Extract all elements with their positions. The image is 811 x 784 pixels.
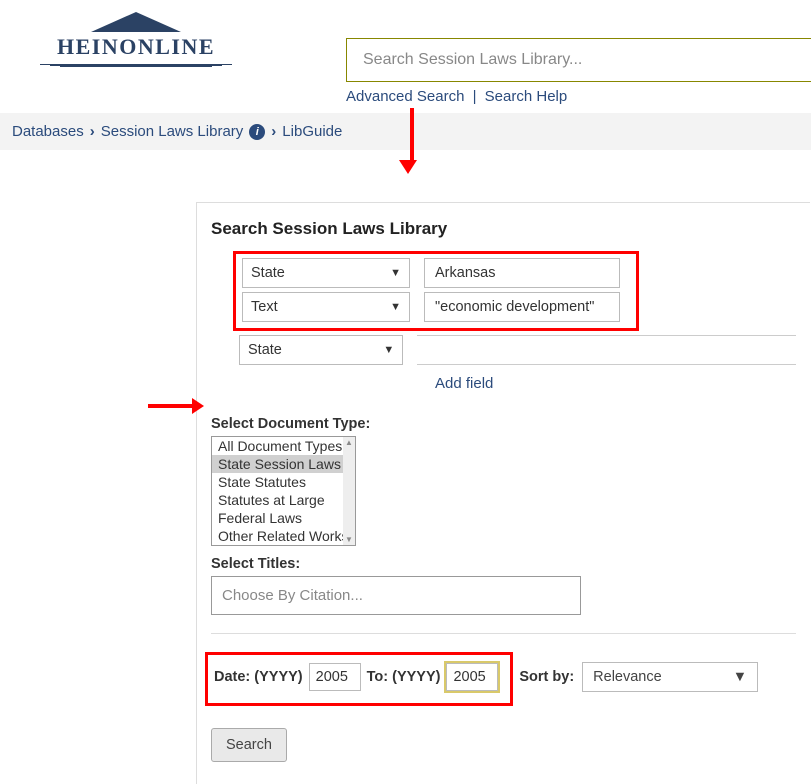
titles-citation-input[interactable]: Choose By Citation... [211,576,581,615]
advanced-search-panel: Search Session Laws Library State ▼ Arka… [196,202,810,784]
brand-logo[interactable]: HEINONLINE [36,12,236,67]
doc-type-option[interactable]: Statutes at Large [212,491,355,509]
doc-type-option[interactable]: Other Related Works [212,527,355,545]
doc-type-option[interactable]: State Session Laws [212,455,355,473]
add-field-link[interactable]: Add field [435,375,493,392]
date-from-label: Date: (YYYY) [214,669,303,685]
chevron-down-icon: ▼ [733,669,747,685]
breadcrumb-libguide[interactable]: LibGuide [282,123,342,140]
link-separator: | [473,88,477,105]
annotation-arrow-down-icon [406,108,417,174]
scrollbar[interactable]: ▲ ▼ [343,437,355,545]
field-value-input-1[interactable]: "economic development" [424,292,620,322]
field-type-select-0[interactable]: State ▼ [242,258,410,288]
sort-by-value: Relevance [593,669,662,685]
annotation-arrow-right-icon [148,398,204,414]
chevron-down-icon: ▼ [390,267,401,279]
scroll-up-icon: ▲ [345,438,353,447]
logo-underline-icon [36,64,236,67]
breadcrumb-library[interactable]: Session Laws Library [101,123,244,140]
field-value-input-2[interactable] [417,335,796,365]
chevron-down-icon: ▼ [390,301,401,313]
field-type-select-1[interactable]: Text ▼ [242,292,410,322]
document-type-listbox[interactable]: All Document Types State Session Laws St… [211,436,356,546]
logo-roof-icon [91,12,181,32]
doc-type-option[interactable]: All Document Types [212,437,355,455]
chevron-down-icon: ▼ [383,344,394,356]
doc-type-option[interactable]: Federal Laws [212,509,355,527]
scroll-down-icon: ▼ [345,535,353,544]
panel-title: Search Session Laws Library [211,219,796,239]
annotation-highlight-box: State ▼ Arkansas Text ▼ "economic develo… [233,251,639,331]
date-to-label: To: (YYYY) [367,669,441,685]
breadcrumb-databases[interactable]: Databases [12,123,84,140]
advanced-search-link[interactable]: Advanced Search [346,88,464,105]
chevron-right-icon: › [271,123,276,140]
global-search-input[interactable]: Search Session Laws Library... [346,38,811,82]
chevron-right-icon: › [90,123,95,140]
field-type-select-2[interactable]: State ▼ [239,335,403,365]
logo-text: HEINONLINE [36,34,236,60]
field-type-value: Text [251,299,278,315]
document-type-label: Select Document Type: [211,416,796,432]
info-icon[interactable]: i [249,124,265,140]
field-type-value: State [251,265,285,281]
sort-by-label: Sort by: [519,669,574,685]
date-from-input[interactable]: 2005 [309,663,361,691]
field-value-input-0[interactable]: Arkansas [424,258,620,288]
field-type-value: State [248,342,282,358]
doc-type-option[interactable]: State Statutes [212,473,355,491]
search-button[interactable]: Search [211,728,287,762]
search-help-link[interactable]: Search Help [485,88,568,105]
date-to-input[interactable]: 2005 [446,663,498,691]
sort-by-select[interactable]: Relevance ▼ [582,662,758,692]
annotation-highlight-box: Date: (YYYY) 2005 To: (YYYY) 2005 [205,652,513,706]
select-titles-label: Select Titles: [211,556,796,572]
